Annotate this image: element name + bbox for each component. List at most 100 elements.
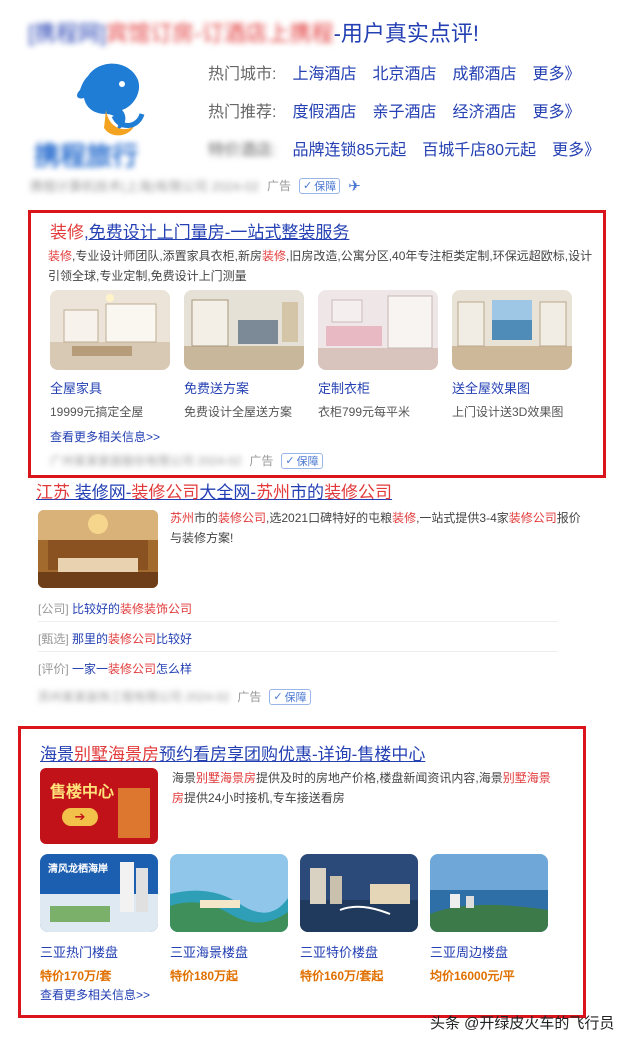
- desc-part: 装修公司: [508, 511, 557, 525]
- result-title[interactable]: 江苏 装修网-装修公司大全网-苏州市的装修公司: [36, 478, 392, 503]
- special-hotel-row: 特价酒店: 品牌连锁85元起 百城千店80元起 更多》: [208, 136, 600, 160]
- result-title[interactable]: [携程网]宾馆订房-订酒店上携程-用户真实点评!: [28, 16, 479, 48]
- sub-tag: [评价]: [38, 662, 69, 676]
- property-photo: [300, 854, 418, 932]
- result-description: 苏州市的装修公司,选2021口碑特好的屯粮装修,一站式提供3-4家装修公司报价与…: [170, 508, 590, 548]
- title-part: 大全网-: [199, 483, 257, 502]
- arrow-right-icon: ➔: [62, 808, 98, 826]
- hot-recommend-row: 热门推荐: 度假酒店 亲子酒店 经济酒店 更多》: [208, 98, 581, 122]
- sub-tag: [甄选]: [38, 632, 69, 646]
- room-photo: [184, 290, 304, 370]
- link-beijing-hotel[interactable]: 北京酒店: [372, 60, 436, 84]
- property-photo: 清风龙栖海岸: [40, 854, 158, 932]
- link-resort-hotel[interactable]: 度假酒店: [292, 98, 356, 122]
- watermark: 头条 @开绿皮火车的飞行员: [430, 1015, 615, 1032]
- guarantee-badge[interactable]: ✓ 保障: [281, 452, 323, 469]
- sub-text: 一家一: [72, 662, 109, 676]
- link-shanghai-hotel[interactable]: 上海酒店: [292, 60, 356, 84]
- room-photo: [50, 290, 170, 370]
- guarantee-label: 保障: [284, 691, 307, 704]
- ad-title[interactable]: 装修,免费设计上门量房-一站式整装服务: [50, 218, 349, 243]
- title-part: 装修公司: [131, 483, 200, 502]
- title-part: 市的: [290, 483, 325, 502]
- ad-tile[interactable]: 三亚特价楼盘 特价160万/套起: [300, 854, 418, 984]
- tile-subtitle: 19999元搞定全屋: [50, 405, 144, 419]
- desc-part: 装修: [48, 249, 73, 263]
- ad-tile[interactable]: 三亚周边楼盘 均价16000元/平: [430, 854, 548, 984]
- desc-part: 装修: [262, 249, 287, 263]
- desc-part: 装修: [392, 511, 417, 525]
- guarantee-badge[interactable]: ✓ 保障: [299, 177, 341, 194]
- title-mid: 宾馆订房-订酒店上携程: [106, 21, 334, 46]
- source-text: 携程计算机技术(上海)有限公司 2024-02: [30, 179, 259, 194]
- title-rest: ,免费设计上门量房-一站式整装服务: [84, 223, 350, 242]
- sub-tag: [公司]: [38, 602, 69, 616]
- title-part: 海景: [40, 745, 74, 764]
- ad-tile[interactable]: 送全屋效果图 上门设计送3D效果图: [452, 290, 572, 420]
- ad-label: 广告: [237, 690, 262, 704]
- link-more[interactable]: 更多》: [533, 60, 581, 84]
- room-photo: [318, 290, 438, 370]
- row-label: 特价酒店:: [208, 142, 277, 159]
- property-photo: [170, 854, 288, 932]
- ad-tile[interactable]: 定制衣柜 衣柜799元每平米: [318, 290, 438, 420]
- link-chain-hotel[interactable]: 品牌连锁85元起: [292, 136, 406, 160]
- ad-label: 广告: [249, 454, 274, 468]
- sub-text: 比较好的: [72, 602, 121, 616]
- divider: [38, 651, 558, 652]
- tile-price: 特价170万/套: [40, 969, 112, 983]
- brand-text: 携程旅行: [34, 141, 139, 171]
- ad-label: 广告: [266, 179, 291, 193]
- shield-check-icon: ✓: [273, 691, 283, 703]
- building-icon: [118, 788, 150, 838]
- ad-tile[interactable]: 免费送方案 免费设计全屋送方案: [184, 290, 304, 420]
- sub-link-row[interactable]: [评价] 一家一装修公司怎么样: [38, 660, 192, 677]
- room-photo: [452, 290, 572, 370]
- ad-tile[interactable]: 三亚海景楼盘 特价180万起: [170, 854, 288, 984]
- result-meta: 苏州某某装饰工程有限公司 2024-02 广告 ✓ 保障: [38, 688, 311, 705]
- desc-part: ,专业设计师团队,添置家具衣柜,新房: [72, 249, 263, 263]
- link-family-hotel[interactable]: 亲子酒店: [372, 98, 436, 122]
- sub-link-row[interactable]: [公司] 比较好的装修装饰公司: [38, 600, 192, 617]
- divider: [38, 621, 558, 622]
- source-text: 广州某某家居股份有限公司 2024-02: [50, 454, 242, 468]
- tile-subtitle: 免费设计全屋送方案: [184, 405, 293, 419]
- desc-part: ,一站式提供3-4家: [416, 511, 509, 525]
- ad-meta: 广州某某家居股份有限公司 2024-02 广告 ✓ 保障: [50, 452, 323, 469]
- title-part: 苏州: [256, 483, 291, 502]
- ad-tile[interactable]: 清风龙栖海岸 三亚热门楼盘 特价170万/套: [40, 854, 158, 984]
- more-info-link[interactable]: 查看更多相关信息>>: [50, 428, 160, 445]
- guarantee-badge[interactable]: ✓ 保障: [269, 688, 311, 705]
- sub-link-row[interactable]: [甄选] 那里的装修公司比较好: [38, 630, 192, 647]
- image-text: 售楼中心: [50, 784, 115, 801]
- tile-title: 三亚热门楼盘: [40, 945, 119, 960]
- tile-image-text: 清风龙栖海岸: [48, 864, 108, 875]
- title-prefix: [携程网]: [28, 21, 107, 46]
- sub-highlight: 装修公司: [108, 632, 157, 646]
- ad-tile[interactable]: 全屋家具 19999元搞定全屋: [50, 290, 170, 420]
- more-info-link[interactable]: 查看更多相关信息>>: [40, 986, 150, 1003]
- result-thumbnail[interactable]: [38, 510, 158, 588]
- desc-part: 海景: [172, 771, 197, 785]
- link-more[interactable]: 更多》: [552, 136, 600, 160]
- result-meta: 携程计算机技术(上海)有限公司 2024-02 广告 ✓ 保障 ✈: [30, 176, 361, 195]
- source-text: 苏州某某装饰工程有限公司 2024-02: [38, 690, 230, 704]
- tile-title: 全屋家具: [50, 381, 103, 396]
- link-more[interactable]: 更多》: [533, 98, 581, 122]
- ad-title[interactable]: 海景别墅海景房预约看房享团购优惠-详询-售楼中心: [40, 740, 425, 765]
- link-budget-hotel[interactable]: 经济酒店: [452, 98, 516, 122]
- tile-price: 特价180万起: [170, 969, 239, 983]
- tile-subtitle: 上门设计送3D效果图: [452, 405, 564, 419]
- link-chengdu-hotel[interactable]: 成都酒店: [452, 60, 516, 84]
- desc-part: ,选2021口碑特好的屯粮: [266, 511, 393, 525]
- link-city-hotel[interactable]: 百城千店80元起: [422, 136, 536, 160]
- sub-text: 怎么样: [156, 662, 193, 676]
- row-label: 热门推荐:: [208, 104, 277, 121]
- guarantee-label: 保障: [296, 455, 319, 468]
- sales-center-image[interactable]: 售楼中心 ➔: [40, 768, 158, 844]
- title-part: 江苏: [36, 483, 70, 502]
- ad-description: 装修,专业设计师团队,添置家具衣柜,新房装修,旧房改造,公寓分区,40年专注柜类…: [48, 246, 593, 286]
- shield-check-icon: ✓: [303, 180, 313, 192]
- tile-subtitle: 衣柜799元每平米: [318, 405, 411, 419]
- ctrip-logo[interactable]: 携程旅行: [30, 56, 190, 172]
